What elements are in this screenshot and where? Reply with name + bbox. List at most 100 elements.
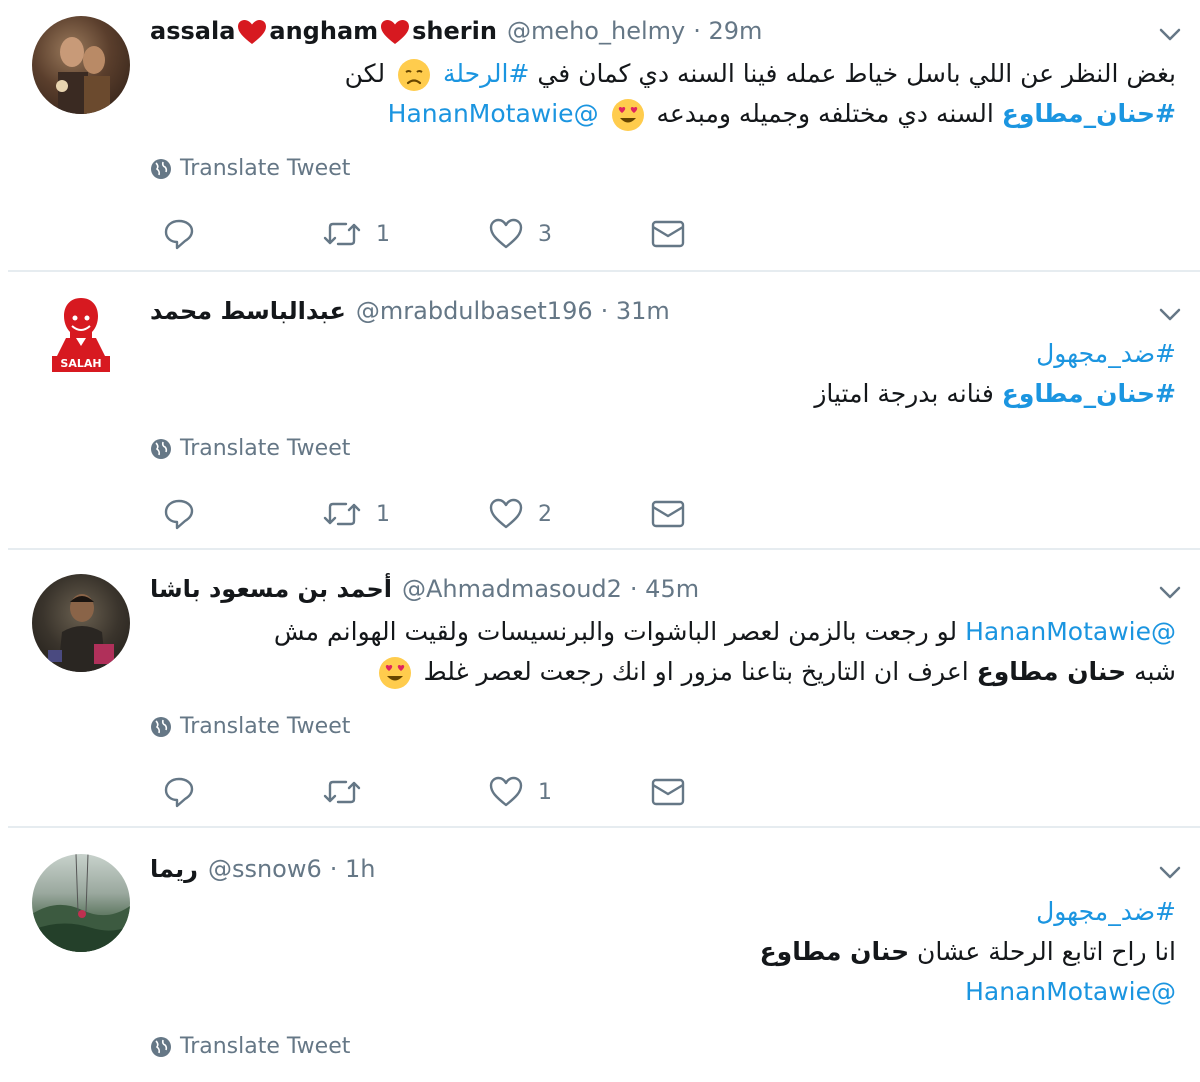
reply-icon [164,777,194,808]
chevron-down-icon[interactable] [1156,20,1184,48]
heart-eyes-emoji-icon [611,99,644,131]
like-button[interactable]: 1 [488,772,552,812]
retweet-button[interactable] [322,772,362,812]
like-button[interactable]: 2 [488,494,552,534]
retweet-count: 1 [376,501,390,527]
chevron-down-icon[interactable] [1156,858,1184,886]
reply-icon [164,499,194,530]
tweet-text-line: #حنان_مطاوع السنه دي مختلفه وجميله ومبدع… [345,94,1176,134]
avatar[interactable] [32,854,130,952]
translate-label: Translate Tweet [180,156,351,181]
direct-message-button[interactable] [650,214,686,254]
globe-icon [151,716,171,737]
display-name[interactable]: عبدالباسط محمد [150,297,346,325]
tweet-text: @HananMotawie لو رجعت بالزمن لعصر الباشو… [274,612,1176,692]
hashtag-link[interactable]: #ضد_مجهول [1036,339,1176,368]
tweet-actions: 1 [158,772,718,812]
text-segment: لكن [344,59,394,88]
chevron-down-icon[interactable] [1156,300,1184,328]
like-button[interactable]: 3 [488,214,552,254]
tweet-header: ريما @ssnow6 · 1h [150,852,376,886]
translate-tweet-button[interactable]: Translate Tweet [150,436,350,461]
avatar[interactable] [32,574,130,672]
text-segment [435,59,443,88]
timestamp[interactable]: · 1h [330,855,376,883]
highlighted-term: حنان مطاوع [759,937,910,966]
envelope-icon [651,220,685,248]
tweet-text-line: انا راح اتابع الرحلة عشان حنان مطاوع [760,932,1176,972]
tweet-text-line: #ضد_مجهول [760,892,1176,932]
reply-icon [164,219,194,250]
text-segment: انا راح اتابع الرحلة عشان [909,937,1176,966]
disappointed-emoji-icon [398,59,431,91]
tweet[interactable]: assala angham sherin @meho_helmy · 29m بغض… [8,0,1200,272]
mention-link[interactable]: @HananMotawie [388,99,599,128]
tweet-header: assala angham sherin @meho_helmy · 29m [150,14,762,48]
reply-button[interactable] [162,214,196,254]
chevron-down-icon[interactable] [1156,578,1184,606]
retweet-count: 1 [376,221,390,247]
retweet-button[interactable]: 1 [322,214,390,254]
retweet-button[interactable]: 1 [322,494,390,534]
avatar[interactable] [32,16,130,114]
text-segment: فنانه بدرجة امتياز [814,379,1002,408]
heart-outline-icon [489,218,523,249]
display-name[interactable]: أحمد بن مسعود باشا [150,575,392,603]
username[interactable]: @meho_helmy [507,17,685,45]
like-count: 3 [538,221,552,247]
photo-avatar-landscape-icon [32,854,130,952]
tweet-text: بغض النظر عن اللي باسل خياط عمله فينا ال… [345,54,1176,134]
direct-message-button[interactable] [650,772,686,812]
translate-tweet-button[interactable]: Translate Tweet [150,1034,350,1059]
timestamp[interactable]: · 31m [601,297,670,325]
translate-label: Translate Tweet [180,1034,351,1059]
username[interactable]: @ssnow6 [208,855,322,883]
reply-button[interactable] [162,772,196,812]
tweet[interactable]: أحمد بن مسعود باشا @Ahmadmasoud2 · 45m @… [8,550,1200,828]
avatar[interactable]: SALAH [32,286,130,384]
text-segment: اعرف ان التاريخ بتاعنا مزور او انك رجعت … [415,657,977,686]
highlighted-term: حنان مطاوع [976,657,1127,686]
display-name[interactable]: ريما [150,855,198,883]
envelope-icon [651,778,685,806]
name-part: angham [269,17,379,45]
timestamp[interactable]: · 45m [630,575,699,603]
translate-tweet-button[interactable]: Translate Tweet [150,156,350,181]
text-segment [599,99,607,128]
photo-avatar-man-icon [48,594,114,672]
tweet[interactable]: ريما @ssnow6 · 1h #ضد_مجهول انا راح اتاب… [8,828,1200,1082]
text-segment: بغض النظر عن اللي باسل خياط عمله فينا ال… [529,59,1176,88]
mention-link[interactable]: @HananMotawie [965,977,1176,1006]
globe-icon [151,158,171,179]
tweet[interactable]: SALAH عبدالباسط محمد @mrabdulbaset196 · … [8,272,1200,550]
hashtag-link[interactable]: #حنان_مطاوع [1002,379,1176,408]
tweet-text-line: @HananMotawie [760,972,1176,1012]
envelope-icon [651,500,685,528]
text-segment: لو رجعت بالزمن لعصر الباشوات والبرنسيسات… [273,617,966,646]
hashtag-link[interactable]: #الرحلة [443,59,529,88]
like-count: 2 [538,501,552,527]
tweet-text-line: @HananMotawie لو رجعت بالزمن لعصر الباشو… [274,612,1176,652]
direct-message-button[interactable] [650,494,686,534]
tweet-actions: 1 3 [158,214,718,254]
tweet-header: عبدالباسط محمد @mrabdulbaset196 · 31m [150,294,670,328]
heart-outline-icon [489,498,523,529]
translate-tweet-button[interactable]: Translate Tweet [150,714,350,739]
hashtag-link[interactable]: #ضد_مجهول [1036,897,1176,926]
tweet-text-line: #ضد_مجهول [814,334,1176,374]
mention-link[interactable]: @HananMotawie [965,617,1176,646]
username[interactable]: @Ahmadmasoud2 [402,575,622,603]
name-part: assala [150,17,236,45]
retweet-icon [323,222,361,246]
name-part: sherin [412,17,497,45]
like-count: 1 [538,779,552,805]
translate-label: Translate Tweet [180,714,351,739]
avatar-label: SALAH [60,357,102,370]
timestamp[interactable]: · 29m [693,17,762,45]
tweet-text-line: شبه حنان مطاوع اعرف ان التاريخ بتاعنا مز… [274,652,1176,692]
display-name[interactable]: assala angham sherin [150,17,497,45]
hashtag-link[interactable]: #حنان_مطاوع [1002,99,1176,128]
photo-avatar-couple-icon [56,37,110,114]
reply-button[interactable] [162,494,196,534]
username[interactable]: @mrabdulbaset196 [356,297,593,325]
